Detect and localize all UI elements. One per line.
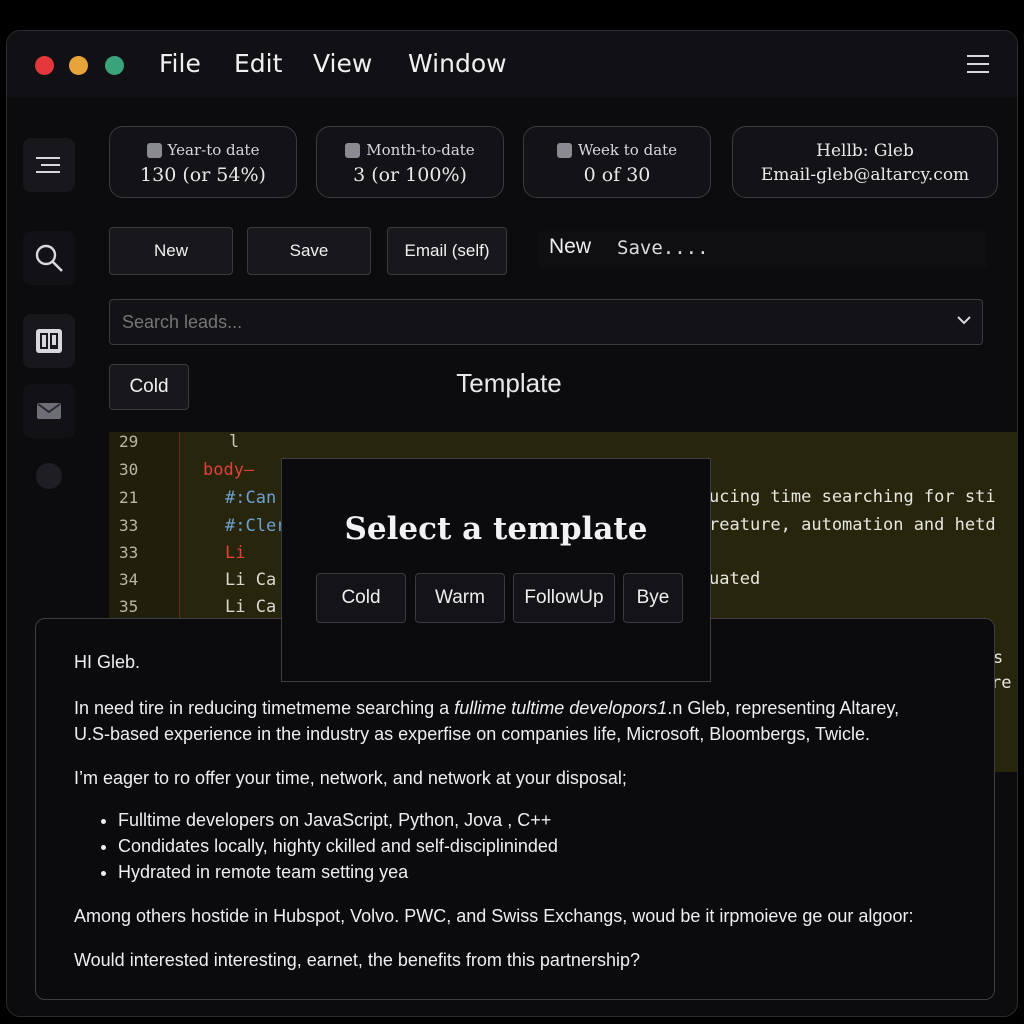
list-item: Condidates locally, highty ckilled and s… <box>118 833 558 859</box>
chevron-down-icon[interactable] <box>956 314 972 326</box>
status-new: New <box>549 235 592 258</box>
stat-label: Month-to-date <box>366 141 475 159</box>
code-line: body— <box>203 460 255 480</box>
line-number: 29 <box>119 432 139 451</box>
code-line: Li Ca <box>225 597 277 617</box>
stat-label: Year-to date <box>167 141 260 159</box>
template-heading: Template <box>456 368 562 398</box>
email-text: In need tire in reducing timetmeme searc… <box>74 698 455 718</box>
cold-filter-button[interactable]: Cold <box>109 364 189 410</box>
code-line: Li <box>225 543 246 563</box>
code-line: #:Can <box>225 488 277 508</box>
menu-edit[interactable]: Edit <box>234 49 282 78</box>
email-paragraph-4: Would interested interesting, earnet, th… <box>74 950 640 970</box>
search-icon <box>35 244 63 272</box>
list-item: Hydrated in remote team setting yea <box>118 859 558 885</box>
user-greeting: Hellb: Gleb <box>816 141 914 161</box>
line-number: 33 <box>119 516 139 535</box>
year-checkbox[interactable] <box>146 142 162 158</box>
email-text: .n Gleb, representing Altarey, <box>667 698 900 718</box>
line-number: 21 <box>119 488 139 507</box>
code-line-tail: reature, automation and hetd <box>709 515 996 535</box>
close-window-button[interactable] <box>35 56 54 75</box>
save-button[interactable]: Save <box>247 227 371 275</box>
template-option-followup[interactable]: FollowUp <box>513 573 615 623</box>
menu-window[interactable]: Window <box>408 49 507 78</box>
maximize-window-button[interactable] <box>105 56 124 75</box>
code-line: l <box>229 432 240 452</box>
mail-icon <box>37 403 61 419</box>
menu-file[interactable]: File <box>159 49 201 78</box>
sidebar-mail-button[interactable] <box>23 384 75 438</box>
modal-title: Select a template <box>344 511 648 547</box>
stat-card-month: Month-to-date 3 (or 100%) <box>316 126 504 198</box>
code-line: #:Cler <box>225 516 287 536</box>
code-line: Li Ca <box>225 570 277 590</box>
title-bar: File Edit View Window <box>7 31 1017 97</box>
new-button[interactable]: New <box>109 227 233 275</box>
menu-view[interactable]: View <box>313 49 372 78</box>
template-option-cold[interactable]: Cold <box>316 573 406 623</box>
search-input[interactable] <box>120 308 924 336</box>
list-item: Fulltime developers on JavaScript, Pytho… <box>118 807 558 833</box>
email-self-button[interactable]: Email (self) <box>387 227 507 275</box>
sidebar-search-button[interactable] <box>23 231 75 285</box>
line-number: 33 <box>119 543 139 562</box>
email-emphasis: fullime tultime developors1 <box>454 698 668 718</box>
code-line-tail: ucing time searching for sti <box>709 487 996 507</box>
list-icon <box>36 157 60 173</box>
week-checkbox[interactable] <box>556 142 572 158</box>
stat-value: 0 of 30 <box>583 164 651 186</box>
month-checkbox[interactable] <box>345 142 361 158</box>
minimize-window-button[interactable] <box>69 56 88 75</box>
search-leads-dropdown[interactable] <box>109 299 983 345</box>
stat-value: 130 (or 54%) <box>140 164 266 186</box>
sidebar-extra-button[interactable] <box>23 449 75 503</box>
template-option-bye[interactable]: Bye <box>623 573 683 623</box>
email-paragraph-3: Among others hostide in Hubspot, Volvo. … <box>74 906 914 926</box>
email-paragraph-1: In need tire in reducing timetmeme searc… <box>74 695 984 747</box>
template-option-warm[interactable]: Warm <box>415 573 505 623</box>
stat-card-year: Year-to date 130 (or 54%) <box>109 126 297 198</box>
stat-card-week: Week to date 0 of 30 <box>523 126 711 198</box>
user-card: Hellb: Gleb Email-gleb@altarcy.com <box>732 126 998 198</box>
email-text: U.S-based experience in the industry as … <box>74 724 871 744</box>
stat-value: 3 (or 100%) <box>353 164 467 186</box>
sidebar-templates-button[interactable] <box>23 314 75 368</box>
line-number: 34 <box>119 570 139 589</box>
code-line-tail: uated <box>709 569 761 589</box>
select-template-modal: Select a template Cold Warm FollowUp Bye <box>281 458 711 682</box>
template-icon <box>36 329 62 353</box>
email-paragraph-2: I’m eager to ro offer your time, network… <box>74 768 627 788</box>
stat-label: Week to date <box>577 141 678 159</box>
line-number: 35 <box>119 597 139 616</box>
status-bar: New Save.... <box>539 231 987 267</box>
status-save: Save.... <box>617 237 709 259</box>
blob-icon <box>36 463 62 489</box>
email-bullet-list: Fulltime developers on JavaScript, Pytho… <box>74 807 558 885</box>
app-window: File Edit View Window Year-to date 130 (… <box>6 30 1018 1017</box>
sidebar-menu-button[interactable] <box>23 138 75 192</box>
line-number: 30 <box>119 460 139 479</box>
user-email[interactable]: Email-gleb@altarcy.com <box>733 165 997 185</box>
hamburger-menu-icon[interactable] <box>967 55 989 73</box>
